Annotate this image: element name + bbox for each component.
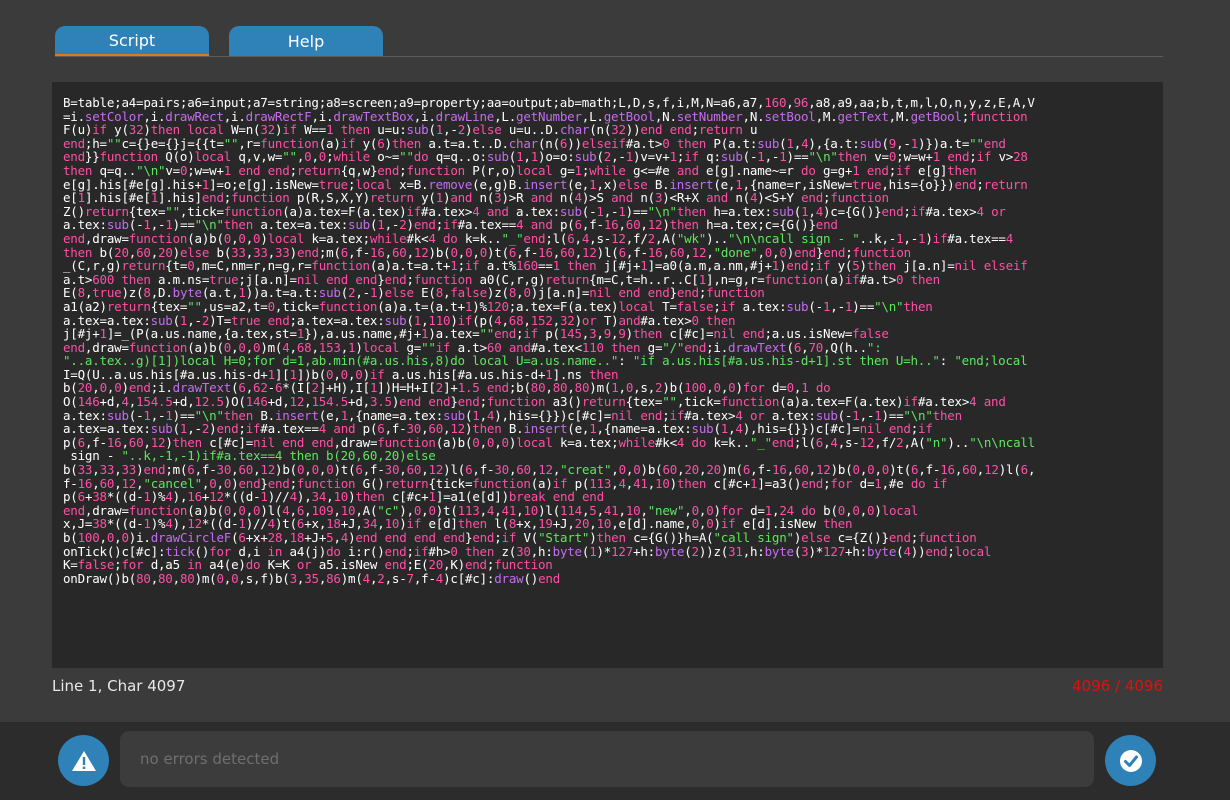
tab-help-label: Help xyxy=(287,32,325,51)
confirm-button[interactable] xyxy=(1105,735,1156,786)
tab-help[interactable]: Help xyxy=(229,26,383,57)
script-editor-window: Script Help B=table;a4=pairs;a6=input;a7… xyxy=(0,0,1230,800)
character-count: 4096 / 4096 xyxy=(1072,677,1163,695)
warning-icon xyxy=(71,750,96,771)
tab-divider xyxy=(55,56,1163,57)
code-editor[interactable]: B=table;a4=pairs;a6=input;a7=string;a8=s… xyxy=(52,82,1163,668)
warning-button[interactable] xyxy=(58,735,109,786)
error-message-field: no errors detected xyxy=(120,731,1094,787)
tab-script-label: Script xyxy=(108,30,156,50)
cursor-position: Line 1, Char 4097 xyxy=(52,677,186,695)
error-message: no errors detected xyxy=(140,750,280,768)
check-icon xyxy=(1119,749,1142,772)
tab-script[interactable]: Script xyxy=(55,26,209,57)
code-text[interactable]: B=table;a4=pairs;a6=input;a7=string;a8=s… xyxy=(63,96,1155,585)
tab-bar: Script Help xyxy=(55,26,383,57)
